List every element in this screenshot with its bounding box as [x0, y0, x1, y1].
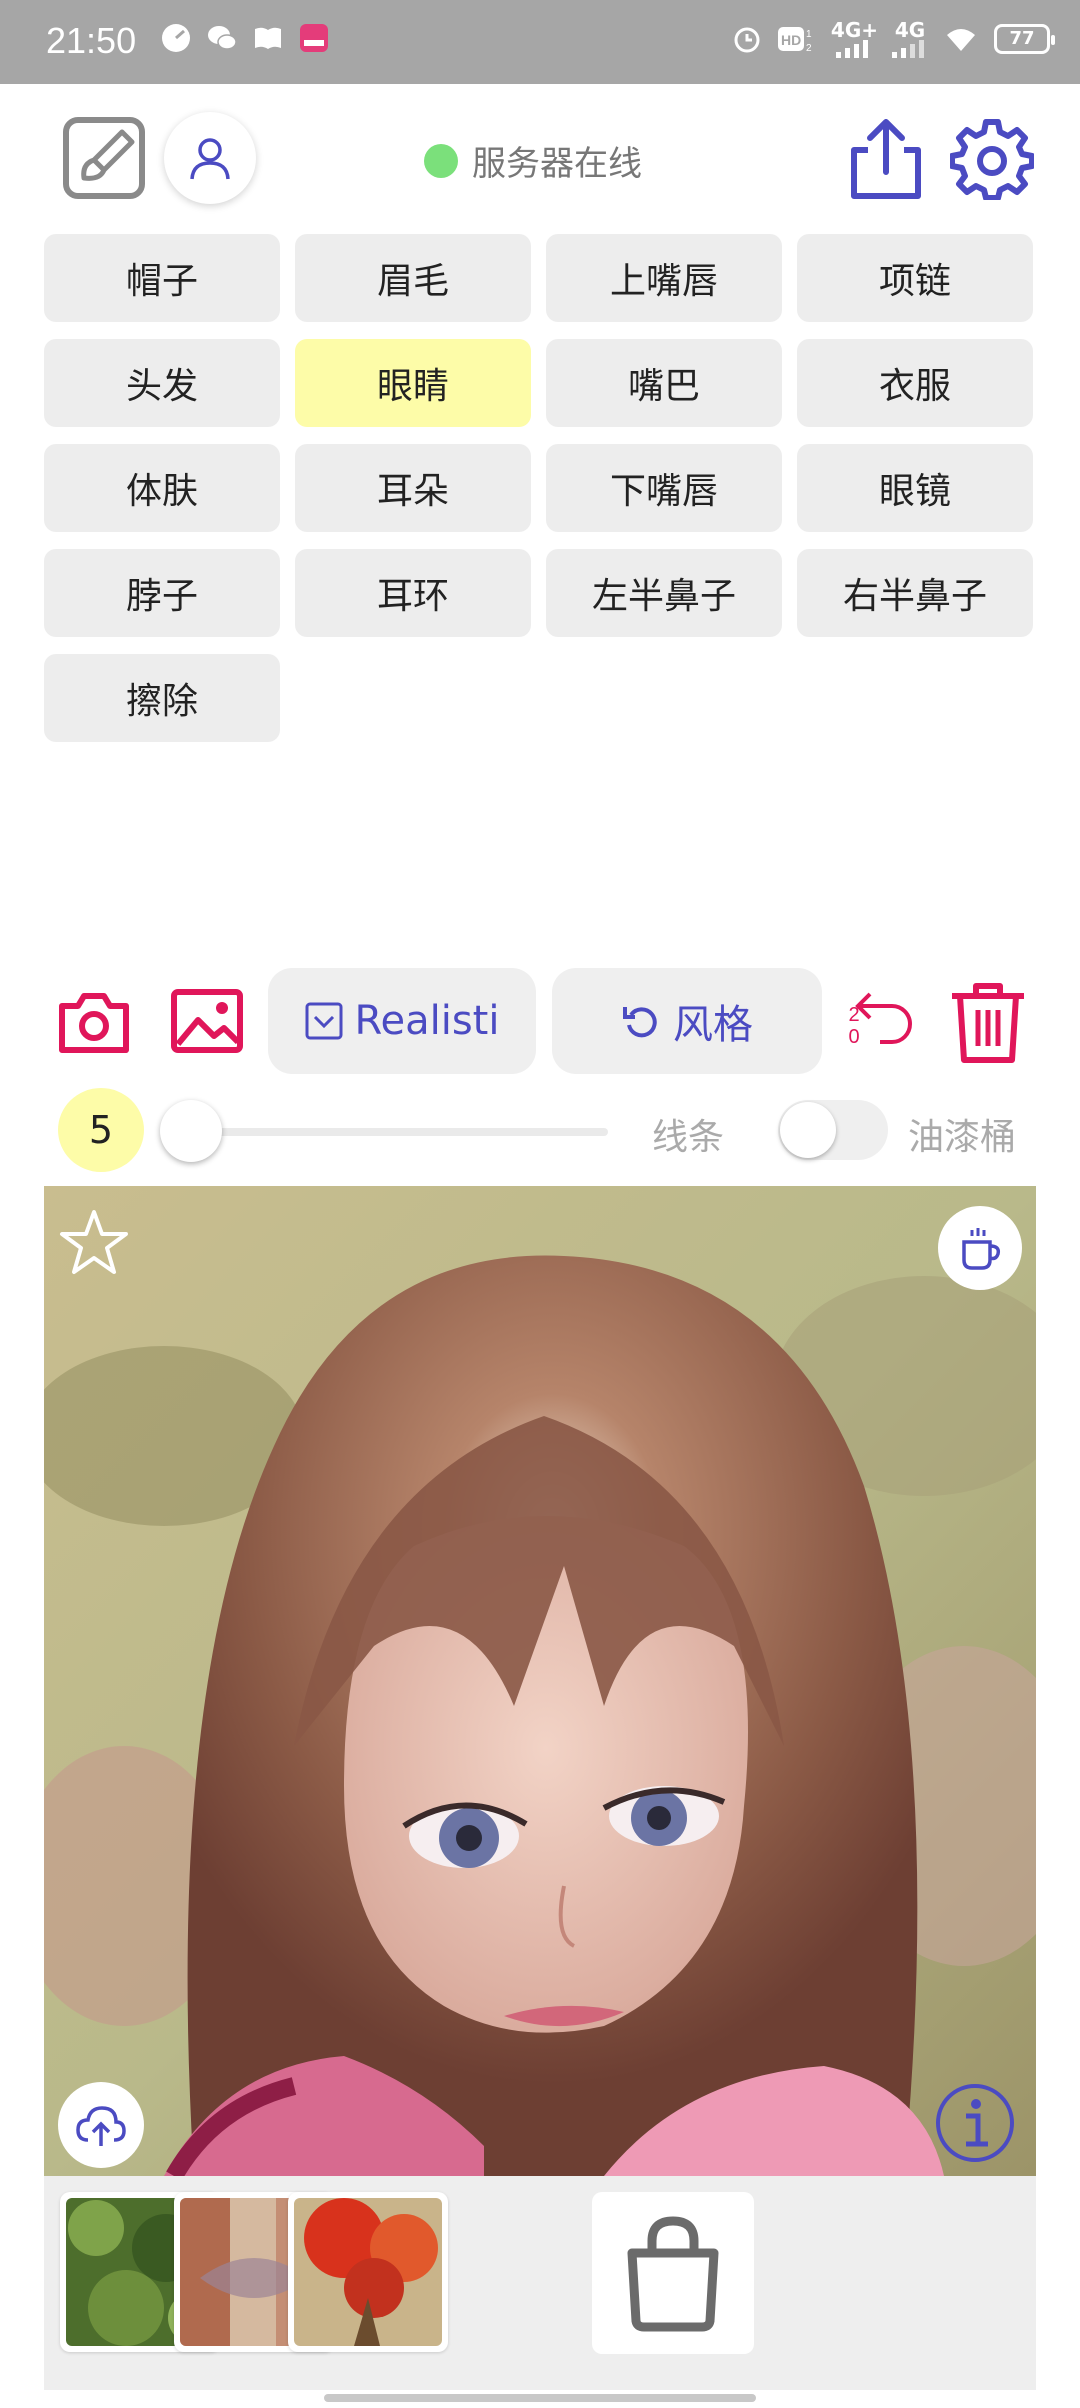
segment-label-button[interactable]: 右半鼻子 [797, 549, 1033, 637]
tool-bar: Realisti 风格 2 0 [0, 968, 1080, 1074]
segment-label-button[interactable]: 头发 [44, 339, 280, 427]
segment-label-button[interactable]: 帽子 [44, 234, 280, 322]
coffee-cup-icon [962, 1228, 1001, 1270]
style-reference-strip [44, 2176, 1036, 2390]
segment-label-button[interactable]: 上嘴唇 [546, 234, 782, 322]
trash-icon[interactable] [948, 980, 1028, 1064]
style-select-button[interactable]: Realisti [268, 968, 536, 1074]
segment-label-button[interactable]: 嘴巴 [546, 339, 782, 427]
undo-count: 2 0 [848, 1004, 860, 1048]
paint-bucket-toggle[interactable] [778, 1100, 888, 1160]
segment-label-button[interactable]: 脖子 [44, 549, 280, 637]
dropdown-checkbox-icon [305, 1002, 342, 1040]
segment-label-button[interactable]: 衣服 [797, 339, 1033, 427]
info-icon[interactable] [934, 2082, 1016, 2164]
segment-label-button[interactable]: 眼镜 [797, 444, 1033, 532]
portrait-image [44, 1186, 1036, 2176]
brush-controls: 5 线条 油漆桶 [0, 1088, 1080, 1172]
toggle-knob [780, 1102, 836, 1158]
brush-size-badge: 5 [58, 1088, 144, 1172]
online-indicator [424, 143, 458, 178]
battery-icon: 77 [994, 24, 1055, 54]
undo-button[interactable]: 2 0 [840, 984, 920, 1062]
svg-text:2: 2 [806, 43, 812, 54]
top-bar: 服务器在线 [0, 84, 1080, 234]
server-status: 服务器在线 [424, 136, 642, 185]
draw-mode-icon[interactable] [62, 116, 146, 200]
home-indicator[interactable] [324, 2394, 756, 2402]
signal-icon [892, 40, 924, 58]
book-icon [255, 27, 281, 49]
network-type-2: 4G [894, 18, 926, 42]
wifi-icon [947, 29, 975, 51]
status-time: 21:50 [46, 20, 137, 61]
wechat-icon [208, 26, 237, 50]
line-mode-label: 线条 [652, 1117, 725, 1158]
segment-label-button[interactable]: 眼睛 [295, 339, 531, 427]
status-bar: 21:50 HD 1 2 4G+ 4G 77 [0, 0, 1080, 84]
server-status-text: 服务器在线 [472, 144, 642, 184]
brush-size-slider-thumb[interactable] [160, 1100, 222, 1162]
segment-label-button[interactable]: 眉毛 [295, 234, 531, 322]
profile-button[interactable] [164, 112, 256, 204]
coffee-cup-button[interactable] [938, 1206, 1022, 1290]
segment-label-button[interactable]: 左半鼻子 [546, 549, 782, 637]
segment-label-grid: 帽子 眉毛 上嘴唇 项链头发 眼睛 嘴巴 衣服体肤 耳朵 下嘴唇 眼镜脖子 耳环 左半鼻子 右半鼻子擦除 [44, 234, 1036, 742]
hd-icon: HD 1 2 [777, 27, 812, 54]
rotate-ccw-icon [623, 1007, 657, 1038]
signal-icon [836, 40, 869, 58]
cloud-upload-button[interactable] [58, 2082, 144, 2168]
svg-text:1: 1 [806, 29, 812, 40]
app-badge-icon [300, 24, 328, 52]
segment-label-button[interactable]: 项链 [797, 234, 1033, 322]
gallery-image-icon[interactable] [170, 988, 244, 1054]
shopping-bag-icon [627, 2216, 719, 2332]
shop-bag-button[interactable] [592, 2192, 754, 2354]
segment-label-button[interactable]: 擦除 [44, 654, 280, 742]
segment-label-button[interactable]: 下嘴唇 [546, 444, 782, 532]
segment-label-button[interactable]: 体肤 [44, 444, 280, 532]
red-leaves-thumb[interactable] [288, 2192, 448, 2352]
user-icon [190, 138, 230, 180]
restyle-label: 风格 [673, 1002, 753, 1048]
network-type-1: 4G+ [830, 18, 878, 42]
share-icon[interactable] [846, 116, 926, 200]
red-leaves-image [294, 2198, 442, 2346]
style-label: Realisti [354, 998, 500, 1044]
restyle-button[interactable]: 风格 [552, 968, 822, 1074]
drawing-canvas[interactable] [44, 1186, 1036, 2176]
svg-text:HD: HD [781, 32, 801, 48]
brush-size-slider[interactable] [188, 1128, 608, 1136]
settings-gear-icon[interactable] [950, 116, 1034, 200]
segment-label-button[interactable]: 耳朵 [295, 444, 531, 532]
favorite-star-icon[interactable] [58, 1206, 130, 1278]
paint-bucket-label: 油漆桶 [908, 1117, 1017, 1158]
cloud-upload-icon [76, 2106, 126, 2146]
segment-label-button[interactable]: 耳环 [295, 549, 531, 637]
alarm-icon [734, 27, 760, 53]
camera-icon[interactable] [58, 988, 130, 1054]
speed-icon [162, 24, 190, 52]
